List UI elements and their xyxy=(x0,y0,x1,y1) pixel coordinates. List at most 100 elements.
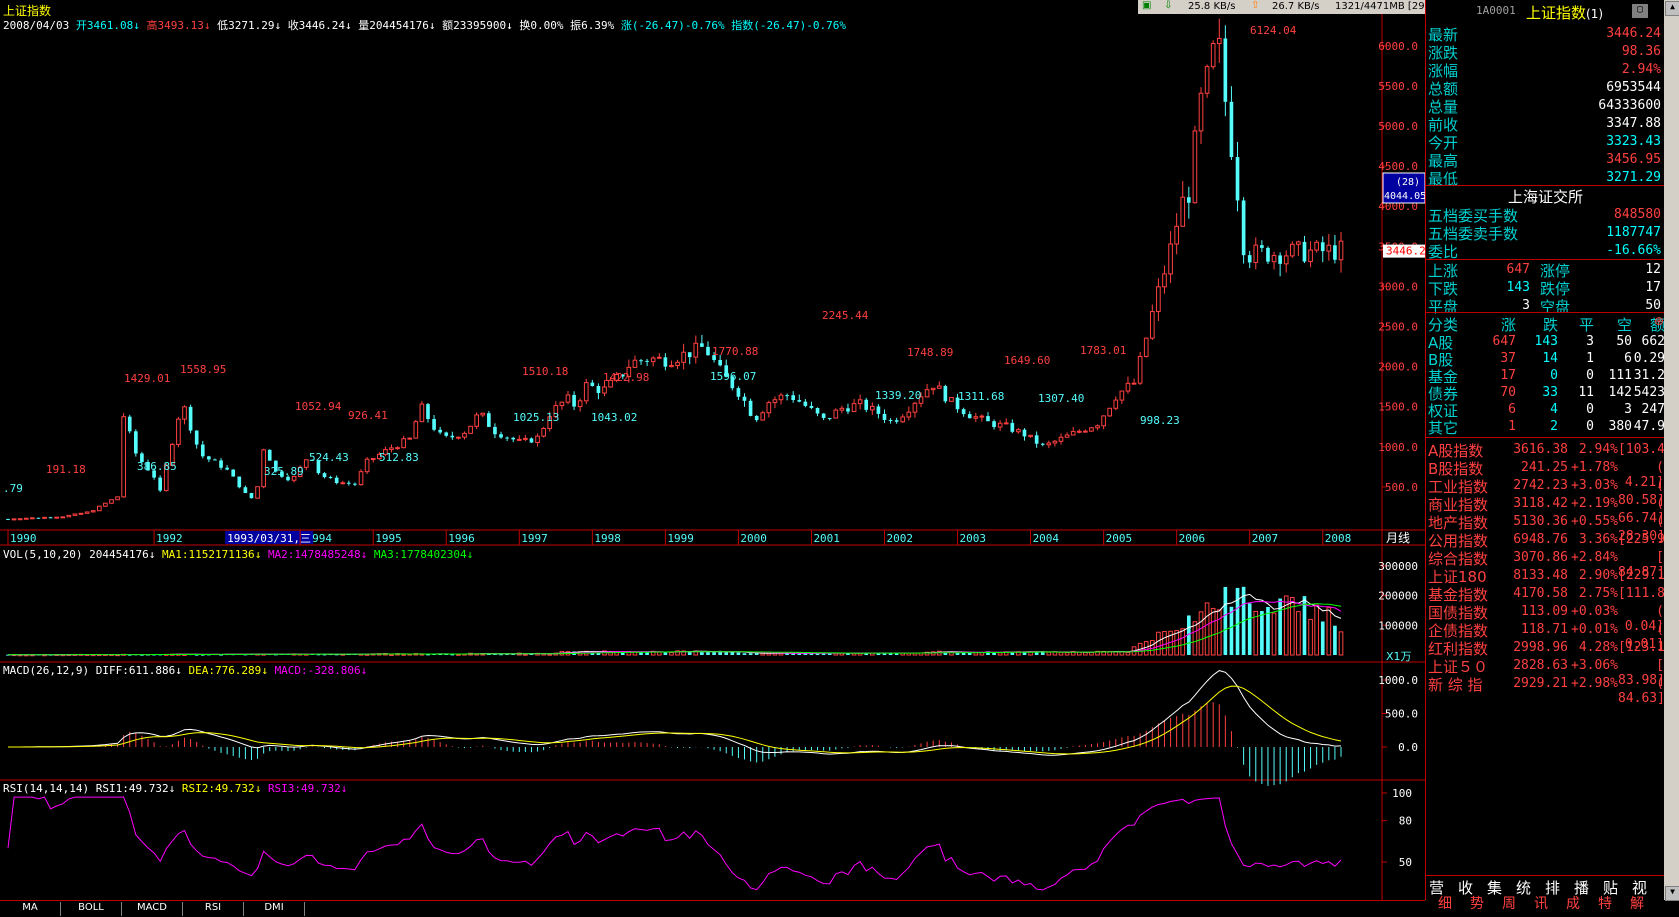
index-row[interactable]: 上证５０ 2828.63 +3.06% [ 83.98] xyxy=(1428,656,1665,688)
index-value: 2929.21 xyxy=(1513,676,1568,691)
candle-body xyxy=(1052,440,1058,444)
vol-value: 204454176 xyxy=(89,548,149,561)
candle-body xyxy=(583,382,589,402)
year-label: 2001 xyxy=(813,532,840,545)
candle-body xyxy=(706,346,710,356)
nav-button[interactable]: 周 xyxy=(1502,893,1516,913)
category-row: A股 647 143 3 50 662 xyxy=(1428,332,1665,352)
candle-body xyxy=(906,411,912,418)
nav-button[interactable]: 细 xyxy=(1438,893,1452,913)
category-cell: 50 xyxy=(1616,334,1632,349)
candle-body xyxy=(395,447,400,450)
vol-bar xyxy=(450,654,455,656)
candle-body xyxy=(602,386,607,394)
price-annotation: 6124.04 xyxy=(1250,24,1297,37)
price-tick-label: 1500.0 xyxy=(1378,401,1418,414)
info-amount: 额23395900 xyxy=(442,19,507,32)
panel-scrollbar[interactable]: ▲ ▼ xyxy=(1664,0,1679,901)
quote-row: 最低 3271.29 xyxy=(1428,168,1663,188)
index-row[interactable]: B股指数 241.25 +1.78% ( 4.21] xyxy=(1428,458,1664,490)
quote-value: 2.94% xyxy=(1621,62,1661,77)
category-cell: 33 xyxy=(1542,385,1558,400)
tab-rsi[interactable]: RSI xyxy=(183,902,244,916)
candle-body xyxy=(736,388,741,397)
candle-body xyxy=(413,421,419,439)
index-row[interactable]: 企债指数 118.71 +0.01% ( 0.01] xyxy=(1428,620,1664,652)
candle-body xyxy=(401,438,406,449)
candle-body xyxy=(1070,431,1076,436)
panel-close-icon[interactable]: ▢ xyxy=(1632,4,1648,18)
year-label: 2003 xyxy=(960,532,987,545)
category-cell: 3 xyxy=(1586,334,1594,349)
nav-button[interactable]: 统 xyxy=(1516,877,1531,898)
year-label: 2007 xyxy=(1252,532,1279,545)
candle-body xyxy=(565,394,571,403)
index-pct: 4.28% xyxy=(1578,640,1618,655)
vol-bar xyxy=(1162,630,1167,656)
candle-body xyxy=(432,419,436,430)
category-cell: 其它 xyxy=(1428,419,1459,437)
candle-body xyxy=(778,394,784,401)
scroll-down-icon[interactable]: ▼ xyxy=(1665,886,1679,901)
candle-body xyxy=(1296,241,1301,245)
index-change: ( 84.63] xyxy=(1618,676,1665,706)
index-row[interactable]: 综合指数 3070.86 +2.84% [ 84.87] xyxy=(1428,548,1665,580)
nav-button[interactable]: 集 xyxy=(1487,877,1502,898)
tab-dmi[interactable]: DMI xyxy=(244,902,305,916)
category-cell: 70 xyxy=(1500,385,1516,400)
price-annotation: 191.18 xyxy=(46,463,86,476)
candle-body xyxy=(158,477,162,491)
candle-body xyxy=(1003,422,1009,425)
tab-boll[interactable]: BOLL xyxy=(61,902,122,916)
candle-body xyxy=(766,402,772,414)
candle-body xyxy=(103,502,108,507)
candle-body xyxy=(809,405,814,408)
category-cell: 17 xyxy=(1500,368,1516,383)
index-row[interactable]: 商业指数 3118.42 +2.19% ( 66.74] xyxy=(1428,494,1665,526)
price-tick-label: 5500.0 xyxy=(1378,80,1418,93)
index-row[interactable]: 公用指数 6948.76 3.36% [225.98] xyxy=(1428,530,1679,550)
index-row[interactable]: 地产指数 5130.36 +0.55% ( 28.30] xyxy=(1428,512,1665,544)
index-row[interactable]: 工业指数 2742.23 +3.03% ( 80.58] xyxy=(1428,476,1665,508)
expand-icon[interactable]: ⊕ xyxy=(1654,314,1664,328)
candle-body xyxy=(912,402,918,413)
quote-row: 涨跌 98.36 xyxy=(1428,42,1663,62)
nav-button[interactable]: 讯 xyxy=(1534,893,1548,913)
nav-button[interactable]: 成 xyxy=(1566,893,1580,913)
index-row[interactable]: 红利指数 2998.96 4.28% [123.16] xyxy=(1428,638,1679,658)
candle-body xyxy=(303,459,309,468)
nav-button[interactable]: 势 xyxy=(1470,893,1484,913)
candle-body xyxy=(243,487,248,493)
vol-bar xyxy=(1253,610,1259,656)
candle-body xyxy=(803,401,808,406)
category-cell: 0 xyxy=(1550,368,1558,383)
candle-body xyxy=(115,496,120,501)
kline-chart[interactable]: 6000.05500.05000.04500.04000.03500.03000… xyxy=(0,0,1425,916)
vol-bar xyxy=(742,653,747,655)
price-annotation: 1429.01 xyxy=(124,372,170,385)
candle-body xyxy=(979,415,985,418)
index-row[interactable]: 上证180 8133.48 2.90% [229.14] xyxy=(1428,566,1679,586)
index-value: 118.71 xyxy=(1521,622,1568,637)
rsi-tick-label: 100 xyxy=(1392,787,1412,800)
info-line: 2008/04/03 开3461.08↓ 高3493.13↓ 低3271.29↓… xyxy=(3,19,846,32)
info-index-change: 指数(-26.47)-0.76% xyxy=(731,19,846,32)
index-row[interactable]: A股指数 3616.38 2.94% [103.41] xyxy=(1428,440,1679,460)
candle-body xyxy=(1216,37,1222,45)
vol-bar xyxy=(1204,602,1210,656)
index-row[interactable]: 国债指数 113.09 +0.03% ( 0.04] xyxy=(1428,602,1664,634)
candle-body xyxy=(1076,430,1082,433)
index-pct: +2.84% xyxy=(1571,550,1618,565)
index-row[interactable]: 基金指数 4170.58 2.75% [111.81] xyxy=(1428,584,1679,604)
index-row[interactable]: 新 综 指 2929.21 +2.98% ( 84.63] xyxy=(1428,674,1665,706)
price-annotation: 1558.95 xyxy=(180,363,226,376)
tab-macd[interactable]: MACD xyxy=(122,902,183,916)
nav-button[interactable]: 解 xyxy=(1630,893,1644,913)
candle-body xyxy=(791,395,796,401)
price-tick-label: 4500.0 xyxy=(1378,160,1418,173)
tab-ma[interactable]: MA xyxy=(0,902,61,916)
candle-body xyxy=(237,476,242,488)
scroll-up-icon[interactable]: ▲ xyxy=(1665,1,1679,16)
nav-button[interactable]: 特 xyxy=(1598,893,1612,913)
network-icon: ▣ xyxy=(1142,0,1152,11)
